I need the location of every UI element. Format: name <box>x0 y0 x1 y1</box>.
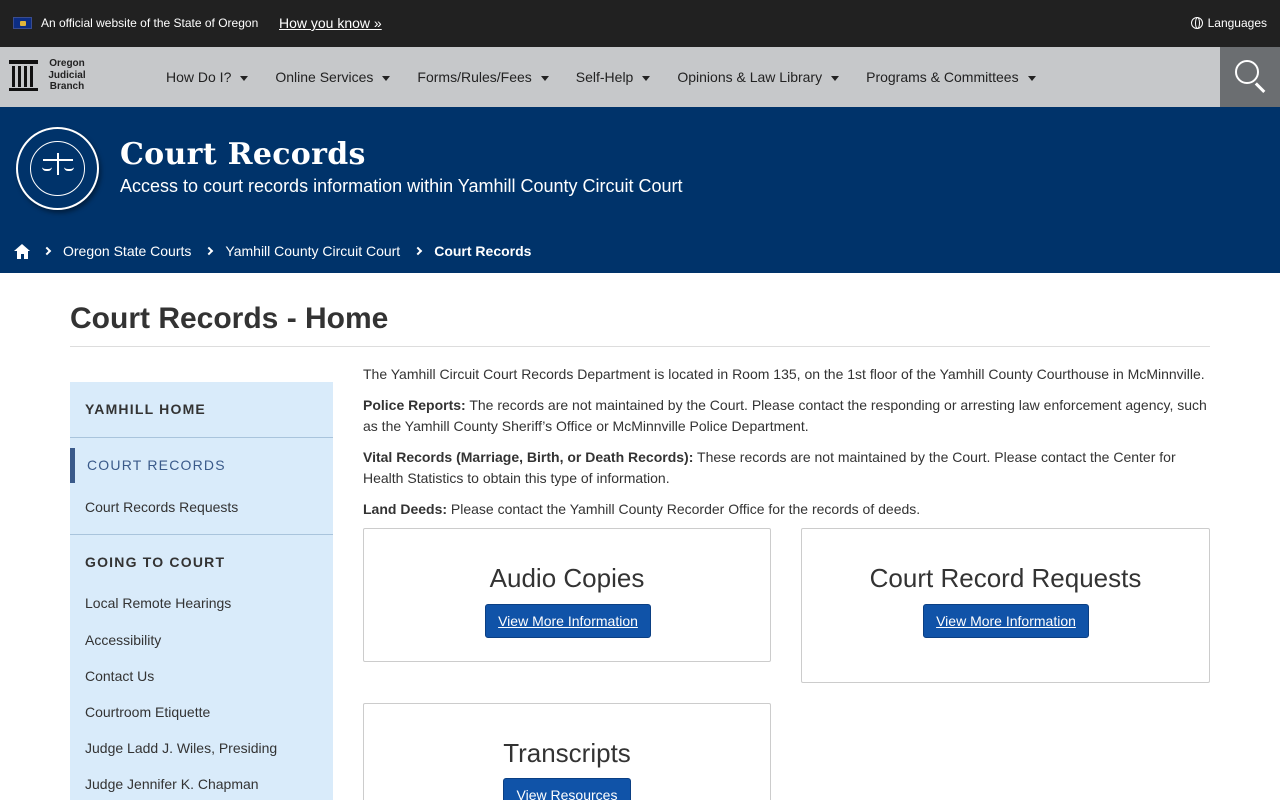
sidebar-item-courtroom-etiquette[interactable]: Courtroom Etiquette <box>85 704 210 720</box>
police-reports-paragraph: Police Reports: The records are not main… <box>363 397 1207 434</box>
nav-self-help[interactable]: Self-Help <box>576 69 651 85</box>
hero-banner: Court Records Access to court records in… <box>0 107 1280 273</box>
ojb-logo[interactable]: Oregon Judicial Branch <box>9 58 109 98</box>
audio-view-more-button[interactable]: View More Information <box>485 604 651 638</box>
card-audio-copies: Audio Copies View More Information <box>363 528 771 662</box>
sidebar-item-yamhill-home[interactable]: YAMHILL HOME <box>85 401 206 417</box>
active-indicator <box>70 448 75 483</box>
page-title: Court Records - Home <box>70 302 389 335</box>
caret-down-icon <box>831 75 840 81</box>
courthouse-pillars-icon <box>9 60 38 91</box>
vital-records-paragraph: Vital Records (Marriage, Birth, or Death… <box>363 449 1176 486</box>
sidebar-item-local-remote-hearings[interactable]: Local Remote Hearings <box>85 595 231 611</box>
card-court-record-requests: Court Record Requests View More Informat… <box>801 528 1210 683</box>
chevron-right-icon <box>205 246 214 256</box>
hero-title: Court Records <box>120 137 366 172</box>
search-button[interactable] <box>1220 47 1280 107</box>
card-title: Transcripts <box>503 738 631 768</box>
breadcrumb-oregon-state-courts[interactable]: Oregon State Courts <box>63 243 191 259</box>
search-icon <box>1235 60 1259 84</box>
main-navigation: Oregon Judicial Branch How Do I? Online … <box>0 47 1280 107</box>
title-divider <box>70 346 1210 347</box>
chevron-right-icon <box>42 246 52 256</box>
nav-forms-rules-fees[interactable]: Forms/Rules/Fees <box>417 69 549 85</box>
scales-icon <box>42 153 74 178</box>
caret-down-icon <box>240 75 249 81</box>
card-transcripts: Transcripts View Resources <box>363 703 771 800</box>
caret-down-icon <box>540 75 549 81</box>
caret-down-icon <box>1027 75 1036 81</box>
sidebar-item-contact-us[interactable]: Contact Us <box>85 668 154 684</box>
card-title: Court Record Requests <box>869 563 1142 593</box>
breadcrumb-yamhill-circuit-court[interactable]: Yamhill County Circuit Court <box>225 243 400 259</box>
transcripts-view-resources-button[interactable]: View Resources <box>503 778 631 800</box>
requests-view-more-button[interactable]: View More Information <box>923 604 1089 638</box>
home-icon[interactable] <box>14 243 31 259</box>
nav-opinions-law-library[interactable]: Opinions & Law Library <box>677 69 840 85</box>
breadcrumb: Oregon State Courts Yamhill County Circu… <box>14 243 546 259</box>
globe-icon <box>1190 17 1203 29</box>
sidebar: YAMHILL HOME COURT RECORDS Court Records… <box>70 382 333 800</box>
main-content: The Yamhill Circuit Court Records Depart… <box>363 364 1213 530</box>
how-you-know-link[interactable]: How you know » <box>279 15 382 31</box>
judicial-department-seal <box>16 127 99 210</box>
caret-down-icon <box>382 75 391 81</box>
nav-how-do-i[interactable]: How Do I? <box>166 69 249 85</box>
intro-paragraph: The Yamhill Circuit Court Records Depart… <box>363 366 1205 382</box>
sidebar-item-accessibility[interactable]: Accessibility <box>85 632 161 648</box>
logo-text: Oregon Judicial Branch <box>48 58 86 92</box>
sidebar-item-court-records[interactable]: COURT RECORDS <box>87 457 226 473</box>
hero-subtitle: Access to court records information with… <box>120 176 683 196</box>
languages-menu[interactable]: Languages <box>1190 16 1267 30</box>
nav-online-services[interactable]: Online Services <box>275 69 391 85</box>
sidebar-item-judge-chapman[interactable]: Judge Jennifer K. Chapman <box>85 776 259 792</box>
sidebar-item-court-records-requests[interactable]: Court Records Requests <box>85 499 238 515</box>
sidebar-item-judge-wiles[interactable]: Judge Ladd J. Wiles, Presiding <box>85 740 277 756</box>
chevron-right-icon <box>413 246 423 256</box>
caret-down-icon <box>642 75 651 81</box>
breadcrumb-current: Court Records <box>434 243 532 259</box>
languages-label: Languages <box>1207 16 1267 30</box>
nav-programs-committees[interactable]: Programs & Committees <box>866 69 1036 85</box>
official-banner: An official website of the State of Oreg… <box>0 0 1280 47</box>
sidebar-item-going-to-court[interactable]: GOING TO COURT <box>85 554 225 570</box>
official-text: An official website of the State of Oreg… <box>41 16 259 30</box>
oregon-flag-icon <box>13 17 32 29</box>
card-title: Audio Copies <box>489 563 645 593</box>
land-deeds-paragraph: Land Deeds: Please contact the Yamhill C… <box>363 501 921 517</box>
